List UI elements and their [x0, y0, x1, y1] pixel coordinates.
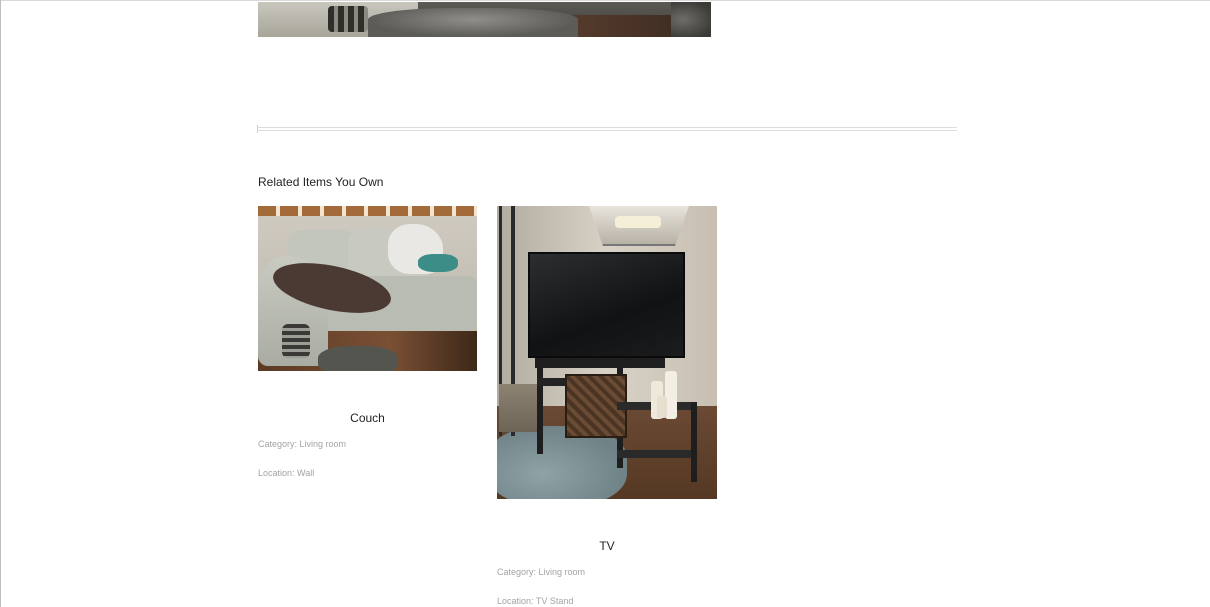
item-location: Location: TV Stand	[497, 596, 574, 606]
item-name[interactable]: TV	[497, 539, 717, 553]
top-border	[0, 0, 1210, 1]
item-location: Location: Wall	[258, 468, 315, 478]
section-divider	[257, 125, 957, 133]
related-item-card[interactable]: TV Category: Living room Location: TV St…	[497, 206, 717, 607]
main-item-photo	[258, 2, 711, 37]
item-photo[interactable]	[497, 206, 717, 499]
item-category: Category: Living room	[258, 439, 347, 449]
related-item-card[interactable]: Couch Category: Living room Location: Wa…	[258, 206, 478, 496]
related-items-heading: Related Items You Own	[258, 175, 384, 189]
item-photo[interactable]	[258, 206, 477, 371]
item-category: Category: Living room	[497, 567, 586, 577]
left-border	[0, 0, 1, 607]
item-name[interactable]: Couch	[258, 411, 477, 425]
